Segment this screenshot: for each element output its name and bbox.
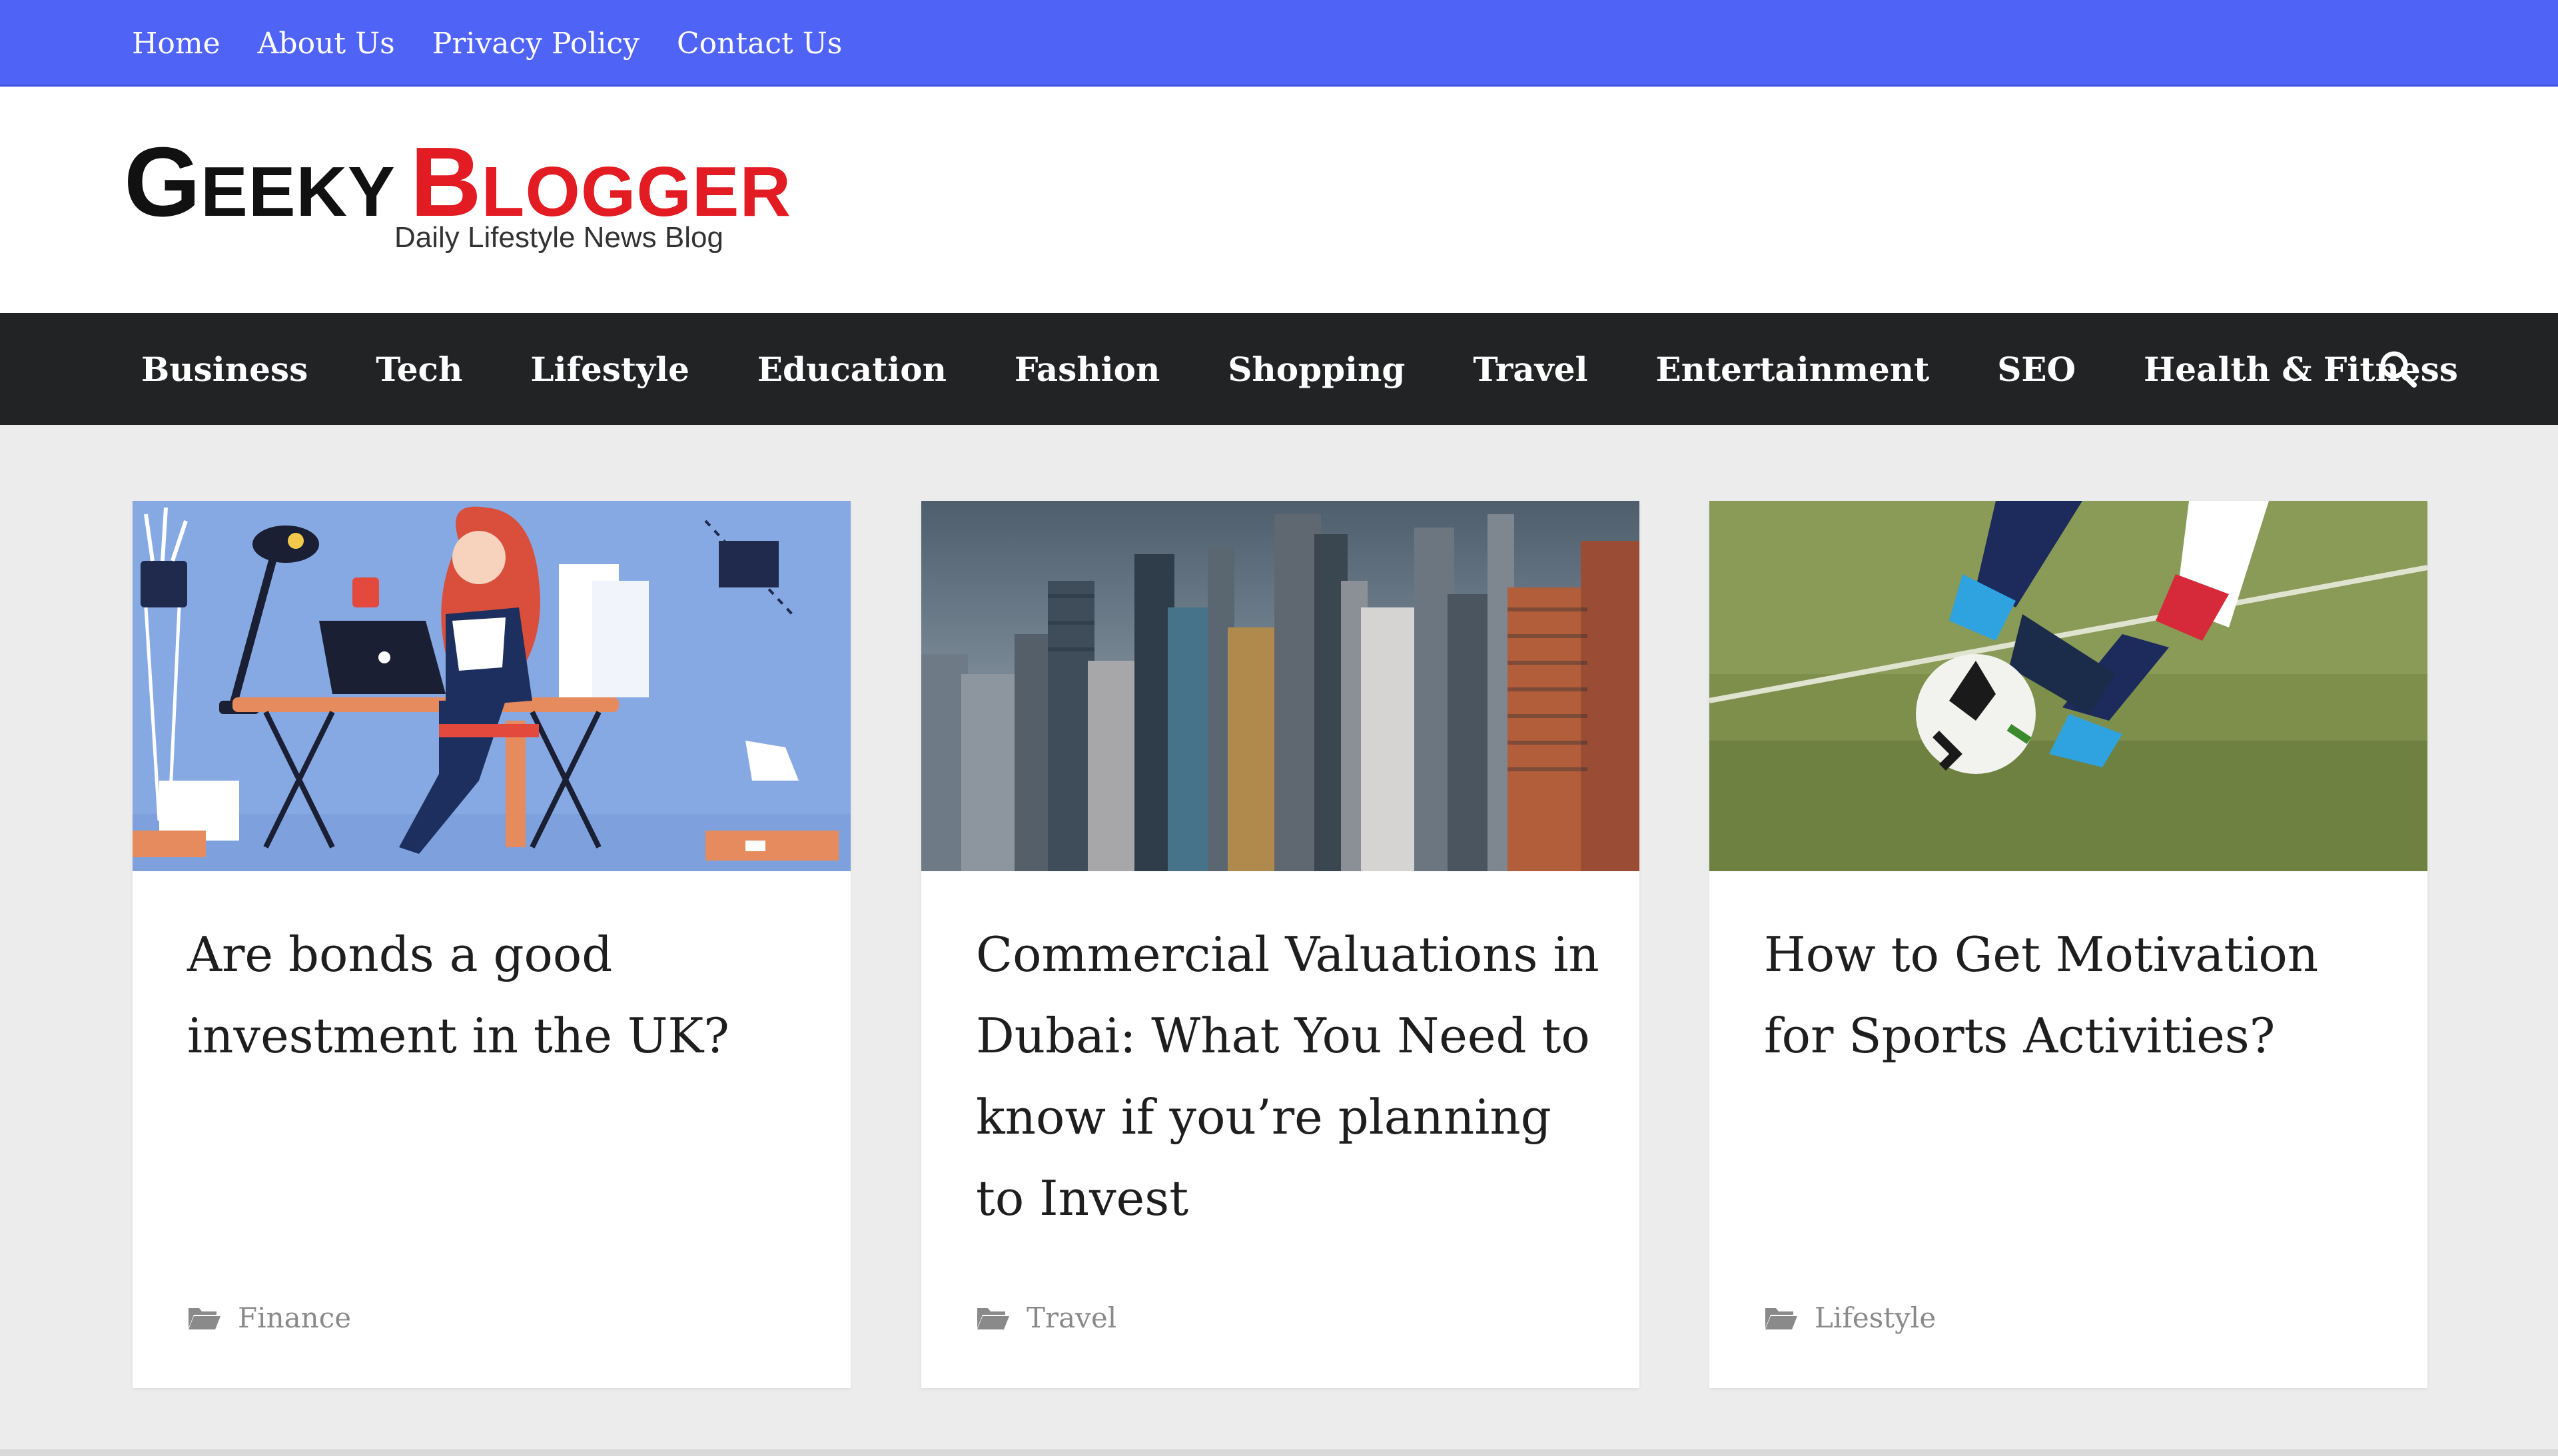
post-card[interactable]: Commercial Valuations in Dubai: What You… [921,501,1639,1388]
site-logo[interactable]: GEEKY BLOGGER Daily Lifestyle News Blog [124,133,791,280]
top-nav-home[interactable]: Home [132,27,220,61]
top-nav: Home About Us Privacy Policy Contact Us [132,0,842,87]
main-nav-list: Business Tech Lifestyle Education Fashio… [141,313,2458,425]
post-category-link[interactable]: Lifestyle [1815,1301,1936,1334]
logo-tagline: Daily Lifestyle News Blog [394,221,723,254]
top-nav-about-us[interactable]: About Us [258,27,395,61]
post-category: Lifestyle [1764,1297,1936,1337]
nav-shopping[interactable]: Shopping [1228,350,1405,389]
post-image-office-illustration[interactable] [133,501,851,871]
nav-education[interactable]: Education [757,350,947,389]
main-nav: Business Tech Lifestyle Education Fashio… [0,313,2558,425]
post-category-link[interactable]: Finance [238,1301,351,1334]
post-category: Finance [187,1297,351,1337]
folder-icon [977,1308,1009,1329]
post-title[interactable]: How to Get Motivation for Sports Activit… [1764,914,2390,1076]
nav-seo[interactable]: SEO [1997,350,2076,389]
post-title[interactable]: Are bonds a good investment in the UK? [187,914,813,1076]
logo-wordmark: GEEKY BLOGGER [124,127,792,237]
post-category: Travel [976,1297,1116,1337]
nav-travel[interactable]: Travel [1473,350,1587,389]
post-card[interactable]: How to Get Motivation for Sports Activit… [1709,501,2427,1388]
site-header: GEEKY BLOGGER Daily Lifestyle News Blog [0,87,2558,313]
nav-entertainment[interactable]: Entertainment [1656,350,1930,389]
nav-business[interactable]: Business [141,350,308,389]
post-image-city-skyline[interactable] [921,501,1639,871]
folder-icon [189,1308,220,1329]
top-bar: Home About Us Privacy Policy Contact Us [0,0,2558,87]
nav-fashion[interactable]: Fashion [1015,350,1160,389]
top-nav-privacy-policy[interactable]: Privacy Policy [432,27,640,61]
nav-tech[interactable]: Tech [376,350,462,389]
top-nav-contact-us[interactable]: Contact Us [677,27,842,61]
post-category-link[interactable]: Travel [1027,1301,1116,1334]
folder-icon [1765,1308,1797,1329]
post-card[interactable]: Are bonds a good investment in the UK? F… [133,501,851,1388]
page-bottom-divider [0,1449,2558,1456]
search-icon[interactable] [2377,348,2419,390]
nav-lifestyle[interactable]: Lifestyle [530,350,689,389]
post-title[interactable]: Commercial Valuations in Dubai: What You… [976,914,1602,1239]
post-image-soccer-kick[interactable] [1709,501,2427,871]
